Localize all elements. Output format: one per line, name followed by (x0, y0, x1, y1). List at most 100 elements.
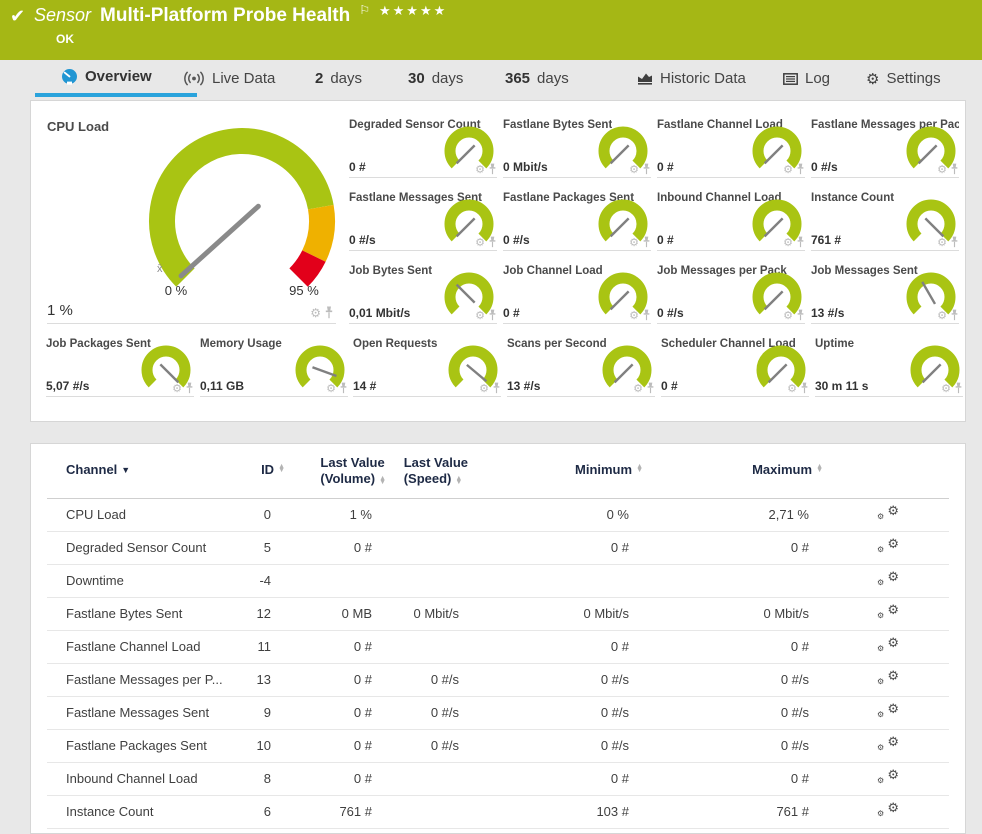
gauge-settings-icon[interactable]: ⚙ (783, 164, 793, 175)
gauge-fastlane-channel-load[interactable]: Fastlane Channel Load 0 # ⚙ (657, 119, 805, 178)
table-row-cpu-load[interactable]: CPU Load 0 1 % 0 % 2,71 % ⚙⚙ (47, 499, 949, 532)
priority-stars[interactable]: ★★★★★ (379, 4, 447, 19)
tab-live-data[interactable]: Live Data (183, 60, 275, 97)
pin-icon[interactable] (796, 236, 805, 248)
gauge-settings-icon[interactable]: ⚙ (475, 310, 485, 321)
pin-icon[interactable] (950, 163, 959, 175)
table-row-fastlane-channel-load[interactable]: Fastlane Channel Load 11 0 # 0 # 0 # ⚙⚙ (47, 631, 949, 664)
pin-icon[interactable] (800, 382, 809, 394)
channel-name[interactable]: Inbound Channel Load (66, 771, 198, 786)
channel-name[interactable]: Fastlane Channel Load (66, 639, 200, 654)
pin-icon[interactable] (642, 163, 651, 175)
channel-settings-icon[interactable]: ⚙⚙ (877, 801, 899, 823)
column-header-last-value-volume[interactable]: Last Value (Volume)▲▼ (320, 455, 386, 488)
channel-name[interactable]: Degraded Sensor Count (66, 540, 206, 555)
pin-icon[interactable] (950, 236, 959, 248)
tab-historic-data[interactable]: Historic Data (637, 60, 746, 97)
channel-settings-icon[interactable]: ⚙⚙ (877, 636, 899, 658)
channel-settings-icon[interactable]: ⚙⚙ (877, 768, 899, 790)
gauge-scheduler-channel-load[interactable]: Scheduler Channel Load 0 # ⚙ (661, 338, 809, 397)
gauge-degraded-sensor-count[interactable]: Degraded Sensor Count 0 # ⚙ (349, 119, 497, 178)
gauge-job-bytes-sent[interactable]: Job Bytes Sent 0,01 Mbit/s ⚙ (349, 265, 497, 324)
pin-icon[interactable] (646, 382, 655, 394)
gauge-memory-usage[interactable]: Memory Usage 0,11 GB ⚙ (200, 338, 348, 397)
gauge-scans-per-second[interactable]: Scans per Second 13 #/s ⚙ (507, 338, 655, 397)
gauge-settings-icon[interactable]: ⚙ (941, 383, 951, 394)
channel-settings-icon[interactable]: ⚙⚙ (877, 702, 899, 724)
channel-name[interactable]: Fastlane Bytes Sent (66, 606, 182, 621)
tab-365-days[interactable]: 365 days (505, 60, 569, 97)
channel-settings-icon[interactable]: ⚙⚙ (877, 669, 899, 691)
pin-icon[interactable] (954, 382, 963, 394)
pin-icon[interactable] (796, 163, 805, 175)
table-row-fastlane-messages-sent[interactable]: Fastlane Messages Sent 9 0 # 0 #/s 0 #/s… (47, 697, 949, 730)
gauge-settings-icon[interactable]: ⚙ (475, 237, 485, 248)
gauge-settings-icon[interactable]: ⚙ (629, 237, 639, 248)
channel-settings-icon[interactable]: ⚙⚙ (877, 504, 899, 526)
column-header-last-value-speed[interactable]: Last Value (Speed)▲▼ (404, 455, 468, 488)
gauge-fastlane-packages-sent[interactable]: Fastlane Packages Sent 0 #/s ⚙ (503, 192, 651, 251)
gauge-settings-icon[interactable]: ⚙ (479, 383, 489, 394)
table-row-downtime[interactable]: Downtime -4 ⚙⚙ (47, 565, 949, 598)
gauge-settings-icon[interactable]: ⚙ (937, 310, 947, 321)
table-row-fastlane-bytes-sent[interactable]: Fastlane Bytes Sent 12 0 MB 0 Mbit/s 0 M… (47, 598, 949, 631)
gauge-settings-icon[interactable]: ⚙ (326, 383, 336, 394)
pin-icon[interactable] (642, 236, 651, 248)
gauge-settings-icon[interactable]: ⚙ (783, 237, 793, 248)
gauge-job-channel-load[interactable]: Job Channel Load 0 # ⚙ (503, 265, 651, 324)
channel-name[interactable]: CPU Load (66, 507, 126, 522)
pin-icon[interactable] (492, 382, 501, 394)
gauge-cpu-load[interactable]: CPU Load x̄ 0 % 95 % 1 % ⚙ (47, 119, 336, 324)
gauge-instance-count[interactable]: Instance Count 761 # ⚙ (811, 192, 959, 251)
channel-settings-icon[interactable]: ⚙⚙ (877, 735, 899, 757)
tab-overview[interactable]: Overview (35, 60, 197, 97)
gauge-fastlane-messages-per-pack[interactable]: Fastlane Messages per Pack 0 #/s ⚙ (811, 119, 959, 178)
channel-settings-icon[interactable]: ⚙⚙ (877, 570, 899, 592)
pin-icon[interactable] (642, 309, 651, 321)
table-row-degraded-sensor-count[interactable]: Degraded Sensor Count 5 0 # 0 # 0 # ⚙⚙ (47, 532, 949, 565)
gauge-settings-icon[interactable]: ⚙ (783, 310, 793, 321)
table-row-instance-count[interactable]: Instance Count 6 761 # 103 # 761 # ⚙⚙ (47, 796, 949, 829)
tab-30-days[interactable]: 30 days (408, 60, 463, 97)
gauge-fastlane-bytes-sent[interactable]: Fastlane Bytes Sent 0 Mbit/s ⚙ (503, 119, 651, 178)
channel-name[interactable]: Fastlane Messages Sent (66, 705, 209, 720)
pin-icon[interactable] (324, 306, 334, 319)
channel-name[interactable]: Instance Count (66, 804, 153, 819)
column-header-minimum[interactable]: Minimum ▲▼ (575, 462, 643, 477)
pin-icon[interactable] (796, 309, 805, 321)
tab-log[interactable]: Log (783, 60, 830, 97)
flag-icon[interactable]: ⚐ (359, 3, 370, 17)
tab-2-days[interactable]: 2 days (315, 60, 362, 97)
column-header-id[interactable]: ID ▲▼ (261, 462, 285, 477)
gauge-job-packages-sent[interactable]: Job Packages Sent 5,07 #/s ⚙ (46, 338, 194, 397)
gauge-settings-icon[interactable]: ⚙ (172, 383, 182, 394)
gauge-settings-icon[interactable]: ⚙ (633, 383, 643, 394)
pin-icon[interactable] (488, 309, 497, 321)
column-header-maximum[interactable]: Maximum ▲▼ (752, 462, 823, 477)
pin-icon[interactable] (339, 382, 348, 394)
gauge-settings-icon[interactable]: ⚙ (629, 310, 639, 321)
column-header-channel[interactable]: Channel ▼ (66, 462, 130, 477)
gauge-inbound-channel-load[interactable]: Inbound Channel Load 0 # ⚙ (657, 192, 805, 251)
pin-icon[interactable] (488, 236, 497, 248)
channel-name[interactable]: Fastlane Packages Sent (66, 738, 207, 753)
channel-name[interactable]: Downtime (66, 573, 124, 588)
channel-settings-icon[interactable]: ⚙⚙ (877, 603, 899, 625)
pin-icon[interactable] (488, 163, 497, 175)
gauge-job-messages-per-pack[interactable]: Job Messages per Pack 0 #/s ⚙ (657, 265, 805, 324)
pin-icon[interactable] (950, 309, 959, 321)
pin-icon[interactable] (185, 382, 194, 394)
gauge-settings-icon[interactable]: ⚙ (787, 383, 797, 394)
gauge-settings-icon[interactable]: ⚙ (310, 307, 321, 319)
gauge-uptime[interactable]: Uptime 30 m 11 s ⚙ (815, 338, 963, 397)
gauge-open-requests[interactable]: Open Requests 14 # ⚙ (353, 338, 501, 397)
gauge-settings-icon[interactable]: ⚙ (937, 237, 947, 248)
gauge-fastlane-messages-sent[interactable]: Fastlane Messages Sent 0 #/s ⚙ (349, 192, 497, 251)
table-row-inbound-channel-load[interactable]: Inbound Channel Load 8 0 # 0 # 0 # ⚙⚙ (47, 763, 949, 796)
gauge-settings-icon[interactable]: ⚙ (937, 164, 947, 175)
gauge-job-messages-sent[interactable]: Job Messages Sent 13 #/s ⚙ (811, 265, 959, 324)
gauge-settings-icon[interactable]: ⚙ (475, 164, 485, 175)
tab-settings[interactable]: ⚙ Settings (866, 60, 941, 97)
channel-name[interactable]: Fastlane Messages per P... (66, 672, 223, 687)
table-row-fastlane-packages-sent[interactable]: Fastlane Packages Sent 10 0 # 0 #/s 0 #/… (47, 730, 949, 763)
